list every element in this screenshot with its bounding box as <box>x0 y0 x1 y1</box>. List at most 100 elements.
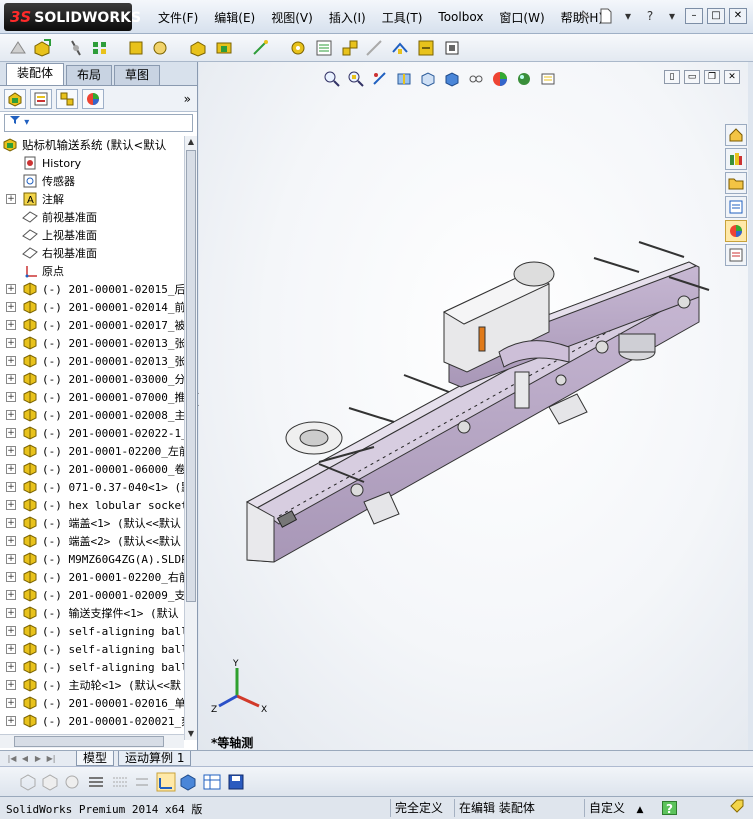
expand-toggle[interactable]: + <box>6 320 16 330</box>
tree-item-feature[interactable]: 右视基准面 <box>0 244 184 262</box>
more-tabs-button[interactable]: » <box>184 92 191 106</box>
tree-item-feature[interactable]: 原点 <box>0 262 184 280</box>
tree-item-root[interactable]: 贴标机输送系统 (默认<默认 <box>0 136 184 154</box>
tree-item-feature[interactable]: 前视基准面 <box>0 208 184 226</box>
tree-item-component[interactable]: + (-) 201-00001-07000_推瓶 <box>0 388 184 406</box>
scroll-thumb[interactable] <box>14 736 164 747</box>
tree-item-component[interactable]: + (-) 端盖<2> (默认<<默认 <box>0 532 184 550</box>
expand-toggle[interactable]: + <box>6 716 16 726</box>
tree-item-component[interactable]: + (-) self-aligning ball <box>0 658 184 676</box>
tree-item-feature[interactable]: History <box>0 154 184 172</box>
menu-insert[interactable]: 插入(I) <box>321 9 374 26</box>
smart-fasteners-icon[interactable] <box>126 38 146 58</box>
close-button[interactable]: ✕ <box>729 8 747 24</box>
pin-icon[interactable] <box>575 7 593 25</box>
expand-toggle[interactable]: + <box>6 662 16 672</box>
tab-assembly[interactable]: 装配体 <box>6 63 65 85</box>
expand-toggle[interactable]: + <box>6 284 16 294</box>
tree-vertical-scrollbar[interactable]: ▲ ▼ <box>184 136 197 740</box>
tab-model[interactable]: 模型 <box>76 751 115 766</box>
appearances-scenes-icon[interactable] <box>725 220 747 242</box>
new-motion-study-icon[interactable] <box>288 38 308 58</box>
last-tab-arrow[interactable]: ▶| <box>45 753 57 765</box>
display-manager-icon[interactable] <box>82 88 104 109</box>
wireframe-icon[interactable] <box>18 772 38 792</box>
tree-item-component[interactable]: + (-) 201-00001-06000_卷瓶 <box>0 460 184 478</box>
expand-toggle[interactable]: + <box>6 536 16 546</box>
next-tab-arrow[interactable]: ▶ <box>32 753 44 765</box>
scroll-up-arrow[interactable]: ▲ <box>185 136 197 148</box>
help-icon[interactable]: ? <box>641 7 659 25</box>
table-view-icon[interactable] <box>202 772 222 792</box>
expand-toggle[interactable]: + <box>6 446 16 456</box>
tree-item-component[interactable]: + (-) 201-00001-02015_后倾 <box>0 280 184 298</box>
first-tab-arrow[interactable]: |◀ <box>6 753 18 765</box>
tree-item-component[interactable]: + (-) hex lobular socket <box>0 496 184 514</box>
filter-input[interactable]: ▾ <box>4 114 193 132</box>
scroll-down-arrow[interactable]: ▼ <box>185 728 197 740</box>
tab-motion-study[interactable]: 运动算例 1 <box>118 751 192 766</box>
hidden-lines-removed-icon[interactable] <box>62 772 82 792</box>
menu-edit[interactable]: 编辑(E) <box>206 9 263 26</box>
expand-toggle[interactable]: + <box>6 428 16 438</box>
swap-icon[interactable] <box>132 772 152 792</box>
expand-toggle[interactable]: + <box>6 482 16 492</box>
shaded-view-icon[interactable] <box>178 772 198 792</box>
tree-item-component[interactable]: + (-) 201-00001-02014_前倾 <box>0 298 184 316</box>
tree-item-component[interactable]: + (-) 201-0001-02200_左前 <box>0 442 184 460</box>
menu-file[interactable]: 文件(F) <box>150 9 206 26</box>
tree-item-component[interactable]: + (-) M9MZ60G4ZG(A).SLDPR <box>0 550 184 568</box>
expand-toggle[interactable]: + <box>6 554 16 564</box>
file-explorer-icon[interactable] <box>725 172 747 194</box>
tree-item-component[interactable]: + (-) 201-00001-02017_被动 <box>0 316 184 334</box>
new-document-icon[interactable] <box>597 7 615 25</box>
help-icon[interactable]: ? <box>662 801 677 816</box>
property-manager-icon[interactable] <box>30 88 52 109</box>
tree-item-component[interactable]: + (-) 主动轮<1> (默认<<默 <box>0 676 184 694</box>
expand-toggle[interactable]: + <box>6 194 16 204</box>
expand-toggle[interactable]: + <box>6 410 16 420</box>
tree-item-component[interactable]: + (-) 201-00001-02013_张紧 <box>0 352 184 370</box>
expand-toggle[interactable]: + <box>6 644 16 654</box>
tree-item-feature[interactable]: 传感器 <box>0 172 184 190</box>
hidden-lines-visible-icon[interactable] <box>40 772 60 792</box>
units-selector[interactable]: 自定义 ▲ <box>584 799 647 817</box>
explode-line-sketch-icon[interactable] <box>364 38 384 58</box>
design-library-icon[interactable] <box>725 148 747 170</box>
tree-item-component[interactable]: + (-) self-aligning ball <box>0 640 184 658</box>
tree-item-component[interactable]: + (-) 201-00001-02022-1_调 <box>0 424 184 442</box>
clearance-verification-icon[interactable] <box>416 38 436 58</box>
menu-tools[interactable]: 工具(T) <box>374 9 431 26</box>
linear-pattern-icon[interactable] <box>90 38 110 58</box>
expand-toggle[interactable]: + <box>6 392 16 402</box>
expand-toggle[interactable]: + <box>6 680 16 690</box>
expand-toggle[interactable]: + <box>6 590 16 600</box>
insert-components-icon[interactable] <box>32 38 52 58</box>
reference-geometry-icon[interactable] <box>250 38 270 58</box>
tree-item-component[interactable]: + (-) 输送支撑件<1> (默认 <box>0 604 184 622</box>
assembly-features-icon[interactable] <box>214 38 234 58</box>
feature-tree-icon[interactable] <box>4 88 26 109</box>
solidworks-logo[interactable]: 3S SOLIDWORKS <box>4 3 141 31</box>
tree-item-component[interactable]: + (-) 201-00001-03000_分瓶 <box>0 370 184 388</box>
grid-icon[interactable] <box>110 772 130 792</box>
tree-item-component[interactable]: + (-) 端盖<1> (默认<<默认 <box>0 514 184 532</box>
minimize-button[interactable]: – <box>685 8 703 24</box>
tree-item-component[interactable]: + (-) 201-00001-02008_主动 <box>0 406 184 424</box>
maximize-button[interactable]: □ <box>707 8 725 24</box>
expand-toggle[interactable]: + <box>6 626 16 636</box>
expand-toggle[interactable]: + <box>6 338 16 348</box>
prev-tab-arrow[interactable]: ◀ <box>19 753 31 765</box>
graphics-area[interactable]: ▯ ▭ ❐ ✕ Y X Z *等轴测 <box>199 62 748 750</box>
instant3d-icon[interactable] <box>442 38 462 58</box>
tag-icon[interactable] <box>726 799 748 817</box>
assembly-model-view[interactable] <box>199 62 748 750</box>
tree-item-component[interactable]: + (-) 201-00001-02016_单链 <box>0 694 184 712</box>
bill-of-materials-icon[interactable] <box>314 38 334 58</box>
interference-detection-icon[interactable] <box>390 38 410 58</box>
expand-toggle[interactable]: + <box>6 698 16 708</box>
expand-toggle[interactable]: + <box>6 464 16 474</box>
chevron-down-icon[interactable]: ▾ <box>619 7 637 25</box>
tree-item-component[interactable]: + (-) 201-00001-02013_张紧 <box>0 334 184 352</box>
tree-item-component[interactable]: + (-) 201-00001-020021_刻 <box>0 712 184 730</box>
